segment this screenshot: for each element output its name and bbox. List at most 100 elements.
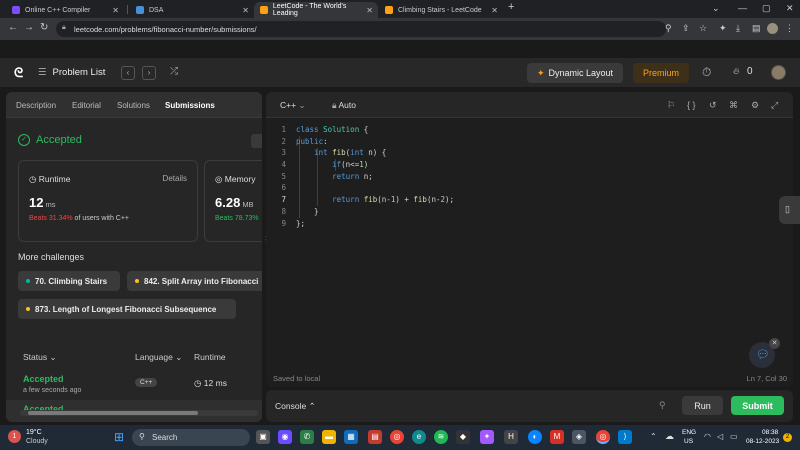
figma-icon[interactable]: ✦: [480, 430, 494, 444]
download-icon[interactable]: ⤓: [736, 23, 740, 34]
gmail-icon[interactable]: M: [550, 430, 564, 444]
new-tab-button[interactable]: +: [508, 1, 514, 13]
streak-flame-icon[interactable]: 🔥︎: [733, 66, 740, 77]
code-area[interactable]: 1 class Solution { 2 public: 3 int fib(int…: [266, 124, 793, 229]
input-language[interactable]: ENG: [682, 429, 696, 436]
whatsapp-icon[interactable]: ✆: [300, 430, 314, 444]
browser-tab[interactable]: Online C++ Compiler ✕: [6, 2, 124, 18]
tab-editorial[interactable]: Editorial: [72, 101, 101, 110]
minimize-icon[interactable]: —: [738, 3, 747, 13]
challenge-chip[interactable]: 873. Length of Longest Fibonacci Subsequ…: [18, 299, 236, 319]
browser-tab-active[interactable]: LeetCode - The World's Leading ✕: [254, 2, 378, 18]
notification-icon[interactable]: 2: [783, 433, 792, 442]
spotify-icon[interactable]: ≋: [434, 430, 448, 444]
user-avatar[interactable]: [771, 65, 786, 80]
url-input[interactable]: 🔒︎ leetcode.com/problems/fibonacci-numbe…: [56, 21, 666, 37]
clock-date: 08-12-2023: [746, 438, 780, 445]
expand-icon[interactable]: ⤢: [771, 100, 778, 111]
browser-tab[interactable]: DSA ✕: [130, 2, 254, 18]
settings-gear-icon[interactable]: ⚙: [751, 100, 759, 111]
back-arrow-icon[interactable]: ←: [8, 22, 18, 33]
chevron-down-icon[interactable]: ⌄: [712, 3, 720, 14]
scroll-handle[interactable]: [251, 134, 262, 148]
windows-start-icon[interactable]: ⊞: [112, 430, 126, 444]
reload-icon[interactable]: ↻: [40, 22, 48, 33]
taskbar-search[interactable]: ⚲ Search: [132, 429, 250, 446]
submit-button[interactable]: Submit: [731, 396, 784, 415]
edge-icon[interactable]: e: [412, 430, 426, 444]
more-menu-icon[interactable]: ⋮: [785, 23, 794, 34]
sparkle-icon: ✦: [536, 67, 545, 78]
leetcode-logo-icon[interactable]: ᘓ: [14, 65, 23, 81]
tab-submissions[interactable]: Submissions: [165, 101, 215, 110]
close-tab-icon[interactable]: ✕: [491, 6, 498, 15]
table-row[interactable]: Accepted a few seconds ago C++ ◷ 12 ms: [6, 370, 262, 398]
run-button[interactable]: Run: [682, 396, 723, 415]
close-chat-icon[interactable]: ✕: [769, 338, 780, 349]
tray-chevron-icon[interactable]: ⌃: [650, 432, 657, 441]
close-tab-icon[interactable]: ✕: [112, 6, 119, 15]
profile-avatar[interactable]: [767, 23, 778, 34]
bookmark-star-icon[interactable]: ☆: [699, 23, 707, 34]
reset-icon[interactable]: ↺: [709, 100, 717, 111]
close-window-icon[interactable]: ✕: [786, 3, 794, 14]
memory-card[interactable]: ◎ Memory 6.28 MB Beats 78.73%: [204, 160, 262, 242]
language-column-header[interactable]: Language ⌄: [135, 352, 182, 363]
close-tab-icon[interactable]: ✕: [366, 6, 373, 15]
premium-button[interactable]: Premium: [633, 63, 689, 83]
challenge-chip[interactable]: 842. Split Array into Fibonacci: [127, 271, 262, 291]
shuffle-icon[interactable]: ⤮: [170, 66, 178, 77]
weather-temp[interactable]: 19°C: [26, 429, 42, 436]
chrome-active-icon[interactable]: ◎: [596, 430, 610, 444]
status-column-header[interactable]: Status ⌄: [23, 352, 57, 363]
terminal-icon[interactable]: H: [504, 430, 518, 444]
challenge-chip[interactable]: 70. Climbing Stairs: [18, 271, 120, 291]
format-braces-icon[interactable]: { }: [687, 100, 696, 110]
details-link[interactable]: Details: [163, 174, 187, 183]
shortcuts-icon[interactable]: ⌘: [729, 100, 738, 111]
clock-time[interactable]: 08:38: [762, 429, 778, 436]
zoom-icon[interactable]: ⚲: [665, 23, 672, 34]
bookmark-icon[interactable]: ⚐: [667, 100, 675, 111]
debug-icon[interactable]: ⚲: [659, 400, 666, 411]
horizontal-scrollbar[interactable]: [20, 410, 258, 416]
app-icon[interactable]: ◐: [528, 430, 542, 444]
volume-icon[interactable]: ◁: [717, 432, 723, 441]
teams-icon[interactable]: ◉: [278, 430, 292, 444]
wifi-icon[interactable]: ◠: [704, 432, 711, 441]
next-problem-button[interactable]: ›: [142, 66, 156, 80]
chrome-icon[interactable]: ◎: [390, 430, 404, 444]
store-icon[interactable]: ▦: [344, 430, 358, 444]
list-icon: ☰: [38, 67, 47, 78]
share-icon[interactable]: ⇪: [682, 23, 690, 34]
task-view-icon[interactable]: ▣: [256, 430, 270, 444]
tab-description[interactable]: Description: [16, 101, 56, 110]
extensions-icon[interactable]: ✦: [719, 23, 727, 34]
auto-mode-toggle[interactable]: 🔒︎ Auto: [332, 100, 356, 111]
browser-tab[interactable]: Climbing Stairs - LeetCode ✕: [379, 2, 503, 18]
maximize-icon[interactable]: ▢: [762, 3, 771, 14]
runtime-column-header[interactable]: Runtime: [194, 352, 226, 362]
app-icon[interactable]: ▤: [368, 430, 382, 444]
console-toggle[interactable]: Console ⌃: [275, 401, 316, 412]
problem-list-button[interactable]: ☰ Problem List: [38, 67, 105, 78]
weather-alert-icon[interactable]: 1: [8, 430, 21, 443]
battery-icon[interactable]: ▭: [730, 432, 738, 441]
app-icon[interactable]: ◆: [456, 430, 470, 444]
prev-problem-button[interactable]: ‹: [121, 66, 135, 80]
tab-solutions[interactable]: Solutions: [117, 101, 150, 110]
row-status[interactable]: Accepted: [23, 374, 64, 384]
vscode-icon[interactable]: ⟩: [618, 430, 632, 444]
close-tab-icon[interactable]: ✕: [242, 6, 249, 15]
dynamic-layout-button[interactable]: ✦ Dynamic Layout: [527, 63, 623, 83]
sidepanel-icon[interactable]: ▤: [752, 23, 761, 34]
onedrive-icon[interactable]: ☁: [665, 431, 674, 442]
language-select[interactable]: C++ ⌄: [280, 100, 306, 111]
chevron-up-icon: ⌃: [308, 401, 316, 411]
side-notes-button[interactable]: ▯: [779, 196, 800, 224]
timer-icon[interactable]: ⏱: [702, 65, 711, 80]
forward-arrow-icon[interactable]: →: [24, 22, 34, 33]
app-icon[interactable]: ◈: [572, 430, 586, 444]
runtime-card[interactable]: ◷ Runtime Details 12 ms Beats 31.34% of u…: [18, 160, 198, 242]
file-explorer-icon[interactable]: ▬: [322, 430, 336, 444]
